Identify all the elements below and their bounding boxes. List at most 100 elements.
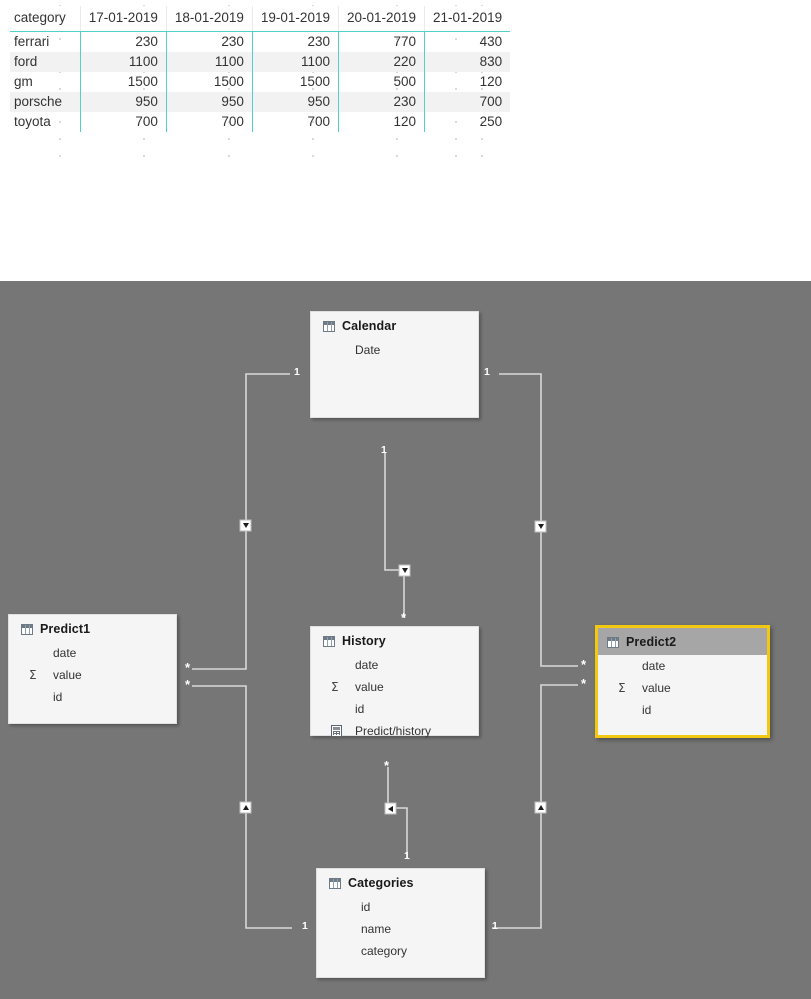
model-table-name: Categories — [348, 876, 414, 890]
matrix-cell: 230 — [165, 31, 253, 52]
table-row[interactable]: ferrari 230 230 230 770 430 — [10, 31, 511, 52]
model-diagram-canvas[interactable]: .rl{stroke:#d8d8d8;stroke-width:1.6;fill… — [0, 281, 811, 999]
grid-dot — [143, 138, 145, 140]
relationship-categories-history[interactable] — [384, 767, 408, 859]
model-field[interactable]: date — [598, 655, 767, 677]
model-field-label: date — [642, 659, 666, 673]
model-table-header[interactable]: Calendar — [311, 312, 478, 339]
relationship-categories-predict2[interactable] — [492, 684, 578, 929]
model-field-label: id — [642, 703, 652, 717]
model-field[interactable]: id — [311, 698, 478, 720]
model-field[interactable]: Predict/history — [311, 720, 478, 742]
model-field[interactable]: name — [317, 918, 484, 940]
model-field-label: category — [361, 944, 408, 958]
model-field[interactable]: Σ value — [598, 677, 767, 699]
model-field-label: Predict/history — [355, 724, 432, 738]
table-grid-icon — [607, 636, 619, 648]
table-row[interactable]: gm 1500 1500 1500 500 120 — [10, 72, 511, 92]
matrix-cell: 830 — [424, 52, 511, 72]
grid-dot — [143, 155, 145, 157]
relationship-calendar-predict1[interactable] — [192, 373, 290, 670]
matrix-cell: 950 — [79, 92, 167, 112]
matrix-cell: 1500 — [165, 72, 253, 92]
table-row[interactable]: ford 1100 1100 1100 220 830 — [10, 52, 511, 72]
model-field[interactable]: id — [598, 699, 767, 721]
relationship-categories-predict1[interactable] — [192, 685, 292, 929]
matrix-col-header[interactable]: 19-01-2019 — [251, 6, 339, 32]
grid-dot — [396, 138, 398, 140]
model-field[interactable]: id — [9, 686, 176, 708]
sigma-icon: Σ — [618, 681, 626, 695]
model-field[interactable]: category — [317, 940, 484, 962]
cardinality-one: 1 — [294, 366, 300, 378]
model-field-label: date — [355, 658, 379, 672]
matrix-cell: 950 — [251, 92, 339, 112]
cardinality-many: * — [401, 610, 407, 625]
matrix-col-header[interactable]: 20-01-2019 — [337, 6, 425, 32]
sigma-icon: Σ — [29, 668, 37, 682]
matrix-cell: 430 — [424, 31, 511, 52]
relationship-calendar-predict2[interactable] — [499, 373, 578, 667]
grid-dot — [59, 138, 61, 140]
grid-dot — [455, 155, 457, 157]
matrix-visual: category 17-01-2019 18-01-2019 19-01-201… — [0, 0, 811, 281]
matrix-row-header: ferrari — [14, 34, 50, 49]
model-field[interactable]: Date — [311, 339, 478, 361]
grid-dot — [481, 155, 483, 157]
model-table-header[interactable]: History — [311, 627, 478, 654]
model-table-header[interactable]: Predict2 — [598, 628, 767, 655]
model-table-name: Calendar — [342, 319, 397, 333]
table-row[interactable]: toyota 700 700 700 120 250 — [10, 112, 511, 132]
table-row[interactable]: porsche 950 950 950 230 700 — [10, 92, 511, 112]
grid-dot — [312, 138, 314, 140]
model-field-label: Date — [355, 343, 381, 357]
model-table-name: Predict1 — [40, 622, 91, 636]
cardinality-one: 1 — [404, 850, 410, 862]
model-field-label: value — [355, 680, 384, 694]
grid-dot — [481, 138, 483, 140]
matrix-cell: 120 — [424, 72, 511, 92]
matrix-cell: 1500 — [79, 72, 167, 92]
matrix-cell: 700 — [251, 112, 339, 132]
cardinality-one: 1 — [492, 920, 498, 932]
matrix-cell: 120 — [337, 112, 425, 132]
relationship-calendar-history[interactable] — [384, 453, 411, 618]
model-table-categories[interactable]: Categories id name category — [316, 868, 485, 978]
matrix-table[interactable]: category 17-01-2019 18-01-2019 19-01-201… — [10, 6, 511, 132]
matrix-col-header[interactable]: 21-01-2019 — [424, 6, 511, 32]
model-field[interactable]: Σ value — [9, 664, 176, 686]
model-field[interactable]: id — [317, 896, 484, 918]
matrix-cell: 500 — [337, 72, 425, 92]
matrix-cell: 700 — [424, 92, 511, 112]
matrix-cell: 950 — [165, 92, 253, 112]
cardinality-one: 1 — [484, 366, 490, 378]
matrix-cell: 1100 — [251, 52, 339, 72]
model-table-predict1[interactable]: Predict1 date Σ value id — [8, 614, 177, 724]
model-table-header[interactable]: Categories — [317, 869, 484, 896]
matrix-cell: 230 — [251, 31, 339, 52]
cardinality-many: * — [384, 758, 390, 773]
model-field[interactable]: Σ value — [311, 676, 478, 698]
matrix-row-header: gm — [14, 74, 33, 89]
model-table-header[interactable]: Predict1 — [9, 615, 176, 642]
matrix-row-header: porsche — [10, 92, 81, 112]
grid-dot — [59, 155, 61, 157]
matrix-cell: 230 — [79, 31, 167, 52]
matrix-col-header[interactable]: 17-01-2019 — [79, 6, 167, 32]
sigma-icon: Σ — [331, 680, 339, 694]
model-field-label: value — [642, 681, 671, 695]
matrix-col-header[interactable]: category — [10, 6, 81, 32]
model-field[interactable]: date — [9, 642, 176, 664]
model-table-predict2[interactable]: Predict2 date Σ value id — [595, 625, 770, 738]
matrix-col-header[interactable]: 18-01-2019 — [165, 6, 253, 32]
model-table-history[interactable]: History date Σ value id Predict/history — [310, 626, 479, 738]
model-field-label: id — [53, 690, 63, 704]
model-table-calendar[interactable]: Calendar Date — [310, 311, 479, 418]
model-table-name: Predict2 — [626, 635, 677, 649]
table-grid-icon — [329, 877, 341, 889]
cardinality-many: * — [185, 660, 191, 675]
matrix-body: ferrari 230 230 230 770 430 ford 1100 11… — [10, 31, 511, 132]
matrix-cell: 770 — [337, 31, 425, 52]
model-field[interactable]: date — [311, 654, 478, 676]
matrix-cell: 1500 — [251, 72, 339, 92]
